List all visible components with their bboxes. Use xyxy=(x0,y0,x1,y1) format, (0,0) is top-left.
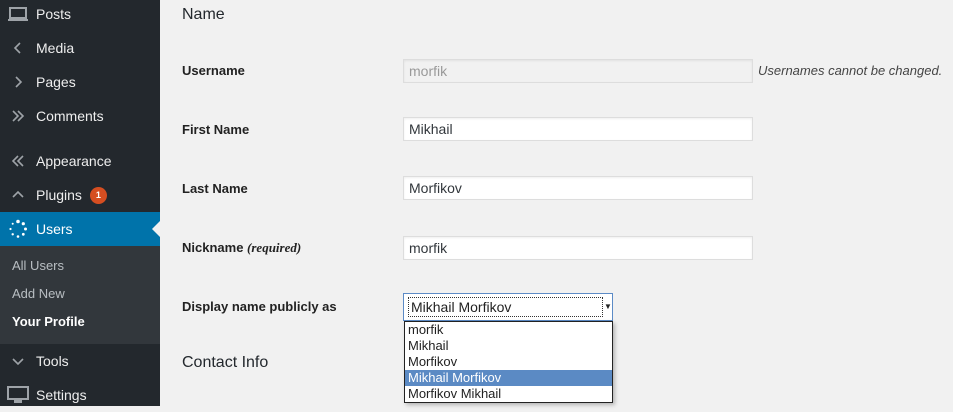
contact-info-section-title: Contact Info xyxy=(182,354,269,371)
submenu-add-new[interactable]: Add New xyxy=(12,286,65,301)
display-name-option[interactable]: Mikhail Morfikov xyxy=(405,370,612,386)
submenu-your-profile[interactable]: Your Profile xyxy=(12,314,85,329)
nickname-label: Nickname (required) xyxy=(182,240,301,256)
display-name-options-list: morfik Mikhail Morfikov Mikhail Morfikov… xyxy=(404,321,613,403)
admin-sidebar: Posts Media Pages Comments Appearance Pl… xyxy=(0,0,160,406)
menu-item-comments[interactable]: Comments xyxy=(0,99,160,133)
dropdown-arrow-icon[interactable]: ▼ xyxy=(604,298,612,316)
username-label: Username xyxy=(182,63,245,78)
menu-item-plugins[interactable]: Plugins 1 xyxy=(0,178,160,212)
first-name-field[interactable] xyxy=(403,117,753,141)
menu-label: Posts xyxy=(36,6,72,22)
display-name-select[interactable]: Mikhail Morfikov ▼ xyxy=(403,293,613,321)
settings-icon xyxy=(0,386,36,404)
posts-icon xyxy=(0,6,36,22)
menu-label: Comments xyxy=(36,108,104,124)
menu-item-pages[interactable]: Pages xyxy=(0,65,160,99)
last-name-field[interactable] xyxy=(403,176,753,200)
menu-label: Settings xyxy=(36,387,87,403)
menu-label: Pages xyxy=(36,74,76,90)
users-submenu: All Users Add New Your Profile xyxy=(0,246,160,344)
users-icon xyxy=(0,219,36,239)
chevron-left-icon xyxy=(0,42,36,54)
display-name-selected-value: Mikhail Morfikov xyxy=(408,297,603,317)
profile-form: Name Username Usernames cannot be change… xyxy=(160,0,953,406)
menu-label: Tools xyxy=(36,353,69,369)
last-name-label: Last Name xyxy=(182,181,248,196)
update-count-badge: 1 xyxy=(89,186,107,204)
menu-item-users[interactable]: Users xyxy=(0,212,160,246)
menu-label: Plugins xyxy=(36,187,82,203)
display-name-option[interactable]: Mikhail xyxy=(405,338,612,354)
chevron-up-icon xyxy=(0,189,36,201)
display-name-option[interactable]: Morfikov Mikhail xyxy=(405,386,612,402)
nickname-label-text: Nickname xyxy=(182,240,244,255)
first-name-label: First Name xyxy=(182,122,250,137)
chevron-down-icon xyxy=(0,355,36,367)
menu-item-appearance[interactable]: Appearance xyxy=(0,144,160,178)
menu-item-settings[interactable]: Settings xyxy=(0,378,160,412)
menu-item-tools[interactable]: Tools xyxy=(0,344,160,378)
name-section-title: Name xyxy=(182,6,225,23)
nickname-field[interactable] xyxy=(403,236,753,260)
username-field xyxy=(403,59,753,83)
required-note: (required) xyxy=(247,240,302,255)
display-name-option[interactable]: morfik xyxy=(405,322,612,338)
double-chevron-left-icon xyxy=(0,155,36,167)
menu-label: Users xyxy=(36,221,73,237)
double-chevron-right-icon xyxy=(0,110,36,122)
menu-label: Media xyxy=(36,40,75,56)
menu-item-posts[interactable]: Posts xyxy=(0,0,160,31)
menu-item-media[interactable]: Media xyxy=(0,31,160,65)
chevron-right-icon xyxy=(0,76,36,88)
username-hint: Usernames cannot be changed. xyxy=(758,63,943,78)
active-indicator xyxy=(152,221,160,237)
display-name-label: Display name publicly as xyxy=(182,299,337,314)
menu-label: Appearance xyxy=(36,153,112,169)
submenu-all-users[interactable]: All Users xyxy=(12,258,64,273)
display-name-option[interactable]: Morfikov xyxy=(405,354,612,370)
